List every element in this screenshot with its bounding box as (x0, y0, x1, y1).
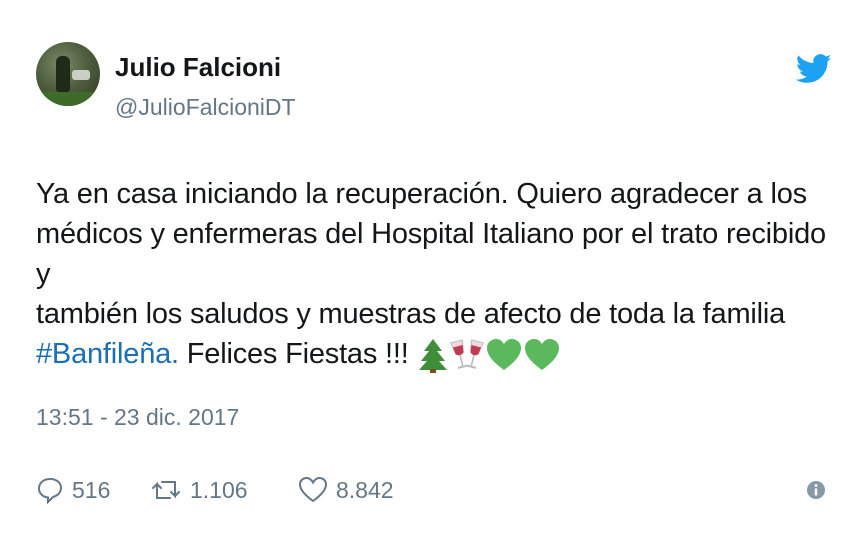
reply-count: 516 (72, 476, 111, 503)
retweet-count: 1.106 (190, 476, 248, 503)
green-heart-icon (525, 339, 560, 371)
tweet-timestamp[interactable]: 13:51 - 23 dic. 2017 (36, 404, 239, 431)
clinking-glasses-icon (450, 339, 485, 370)
tweet-card: Julio Falcioni @JulioFalcioniDT Ya en ca… (12, 10, 848, 530)
avatar-figure (56, 56, 70, 92)
tweet-text-line: #Banfileña. Felices Fiestas !!! (36, 334, 836, 374)
action-bar: 516 1.106 8.842 (36, 470, 836, 510)
tweet-text-line: también los saludos y muestras de afecto… (36, 298, 786, 330)
reply-button[interactable]: 516 (36, 470, 110, 510)
christmas-tree-icon (419, 339, 448, 374)
tweet-text-line: Ya en casa iniciando la recuperación. Qu… (36, 178, 807, 210)
tweet-text: Ya en casa iniciando la recuperación. Qu… (36, 174, 836, 374)
info-icon[interactable] (806, 480, 826, 500)
twitter-bird-icon[interactable] (796, 54, 832, 84)
like-button[interactable]: 8.842 (298, 470, 394, 510)
tweet-text-line: médicos y enfermeras del Hospital Italia… (36, 218, 826, 290)
like-count: 8.842 (336, 476, 394, 503)
avatar-grass (36, 92, 100, 106)
heart-icon (298, 476, 328, 503)
author-handle[interactable]: @JulioFalcioniDT (115, 94, 296, 121)
reply-bubble-icon (37, 477, 63, 504)
avatar[interactable] (36, 42, 100, 106)
retweet-icon (152, 481, 180, 499)
retweet-button[interactable]: 1.106 (150, 470, 248, 510)
tweet-text-fragment: Felices Fiestas !!! (178, 338, 409, 370)
hashtag-link[interactable]: #Banfileña. (36, 338, 179, 370)
avatar-figure-detail (72, 70, 90, 80)
green-heart-icon (487, 339, 522, 371)
author-name[interactable]: Julio Falcioni (115, 52, 281, 83)
